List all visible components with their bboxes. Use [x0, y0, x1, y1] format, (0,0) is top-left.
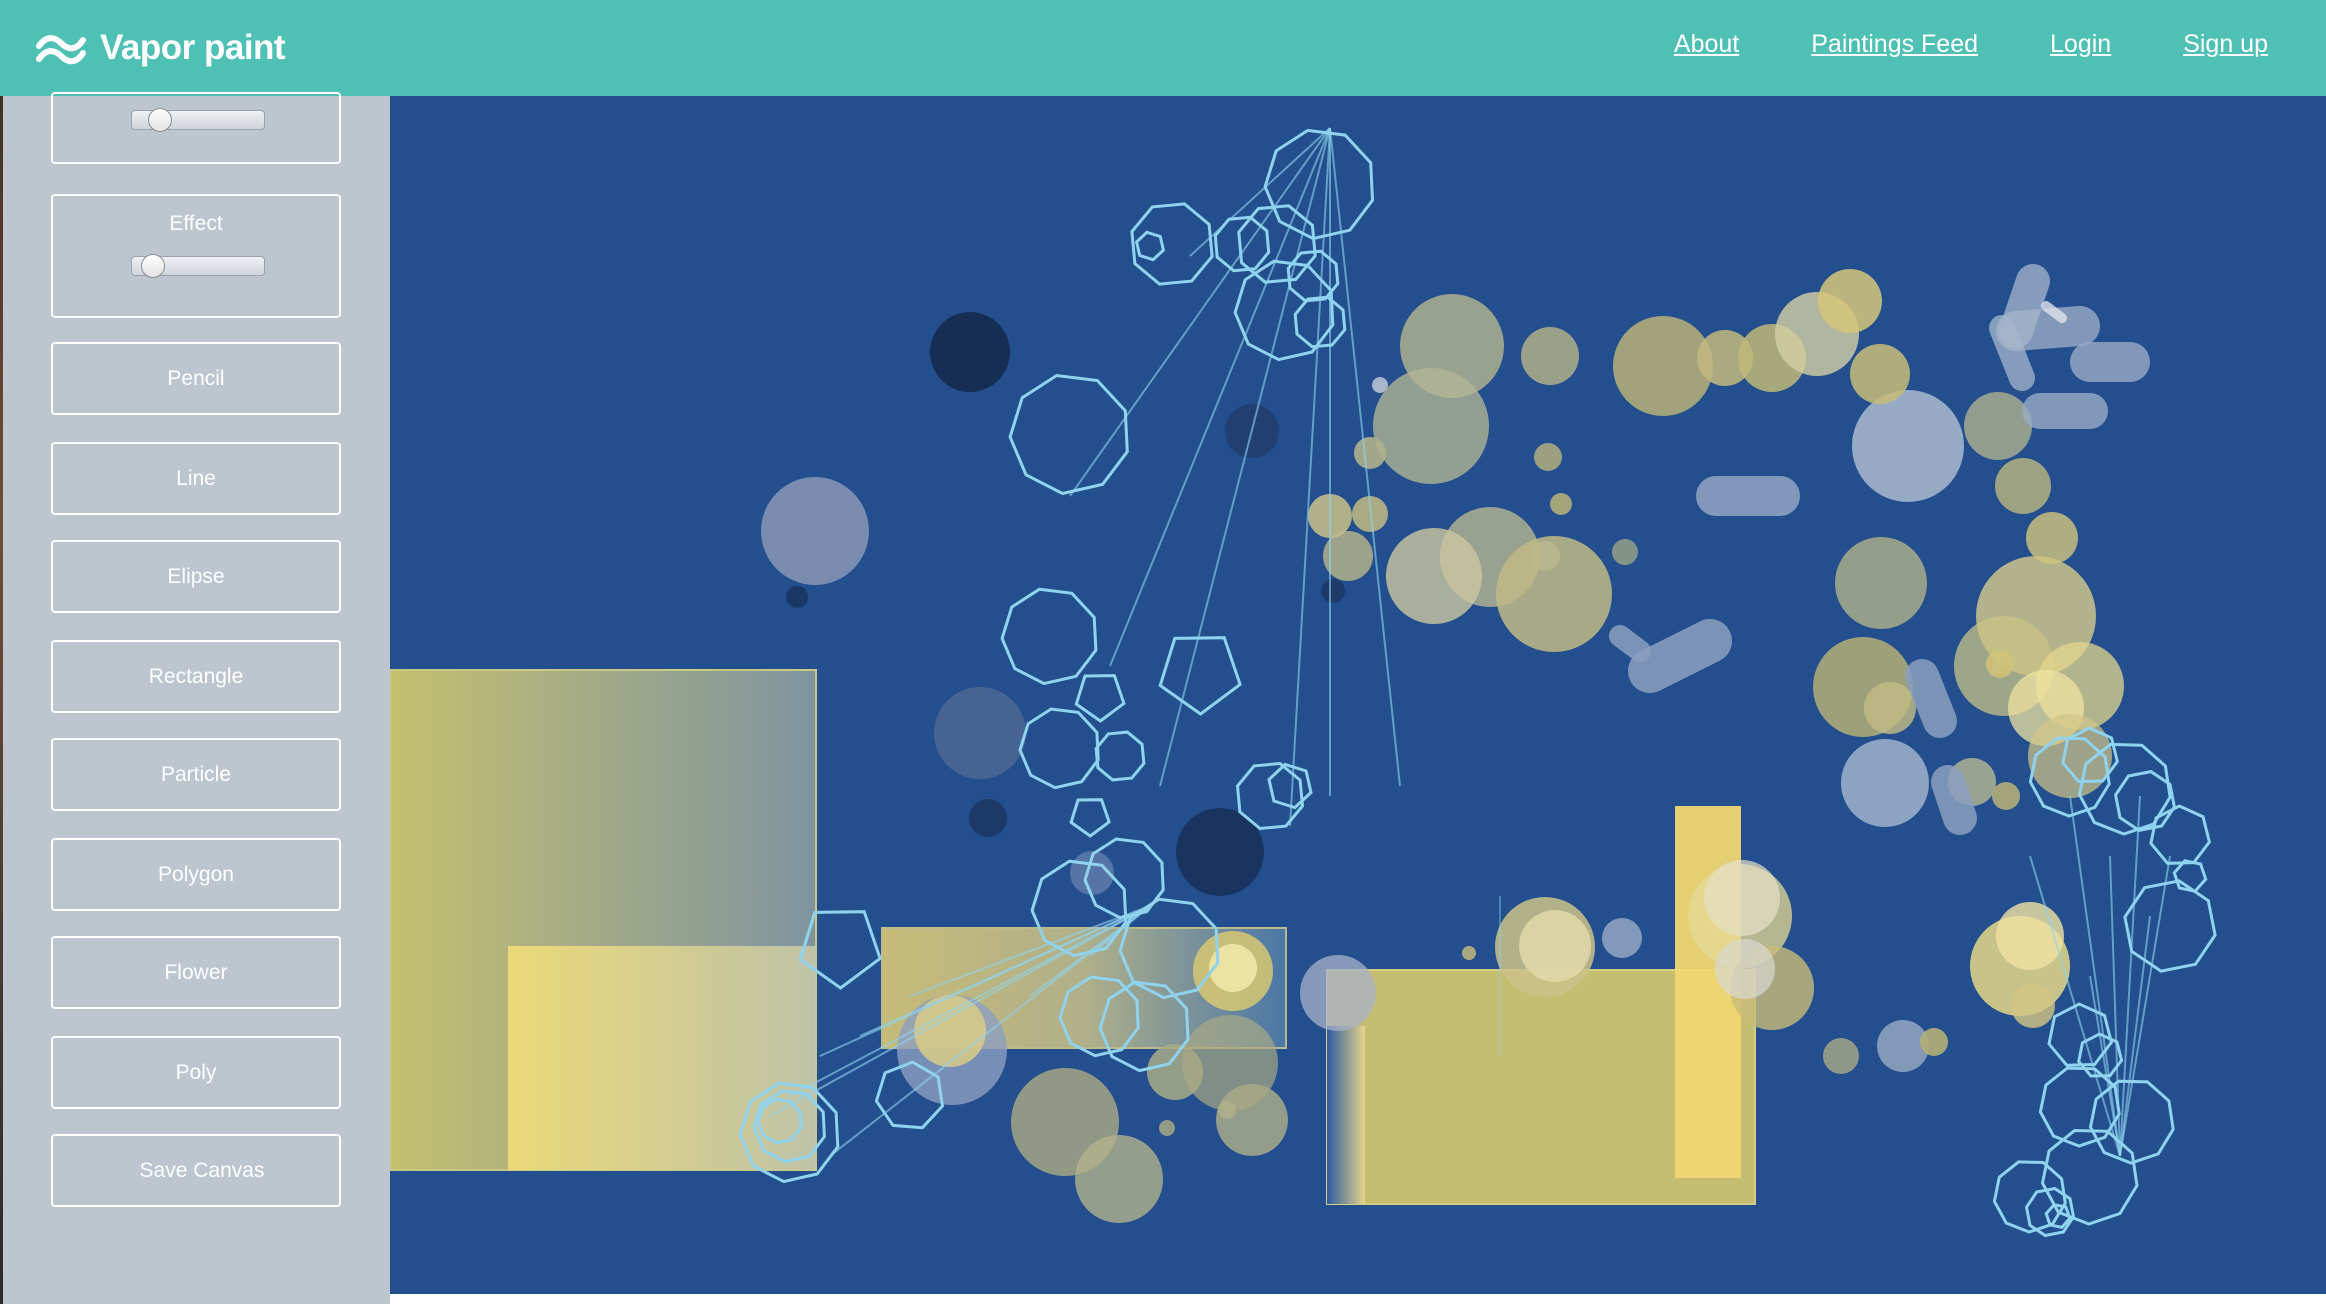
poly-tool-button[interactable]: Poly [51, 1036, 341, 1109]
effect-slider[interactable] [131, 254, 265, 278]
effect-label: Effect [169, 212, 223, 235]
flower-tool-button[interactable]: Flower [51, 936, 341, 1009]
line-tool-button[interactable]: Line [51, 442, 341, 515]
nav-link-about[interactable]: About [1674, 30, 1739, 59]
save-canvas-button[interactable]: Save Canvas [51, 1134, 341, 1207]
nav-link-paintings-feed[interactable]: Paintings Feed [1811, 30, 1978, 59]
effect-slider-thumb[interactable] [141, 254, 166, 278]
polygon-tool-button[interactable]: Polygon [51, 838, 341, 911]
effect-panel: Effect [51, 194, 341, 318]
top-navbar: Vapor paint About Paintings Feed Login S… [0, 0, 2326, 96]
size-slider-thumb[interactable] [148, 108, 173, 132]
size-slider[interactable] [131, 108, 265, 132]
waves-icon [36, 31, 86, 65]
particle-tool-button[interactable]: Particle [51, 738, 341, 811]
canvas-drawing [390, 127, 2217, 1238]
ellipse-tool-button[interactable]: Elipse [51, 540, 341, 613]
pencil-tool-button[interactable]: Pencil [51, 342, 341, 415]
rectangle-tool-button[interactable]: Rectangle [51, 640, 341, 713]
canvas-shapes [390, 264, 2150, 1223]
nav-links: About Paintings Feed Login Sign up [1674, 30, 2268, 59]
size-slider-panel [51, 92, 341, 164]
painting-canvas[interactable] [390, 96, 2326, 1294]
nav-link-sign-up[interactable]: Sign up [2183, 30, 2268, 59]
app-name: Vapor paint [100, 28, 286, 67]
nav-link-login[interactable]: Login [2050, 30, 2111, 59]
tool-sidebar: Effect Pencil Line Elipse Rectangle Part… [3, 92, 390, 1304]
brand-logo[interactable]: Vapor paint [36, 22, 286, 74]
